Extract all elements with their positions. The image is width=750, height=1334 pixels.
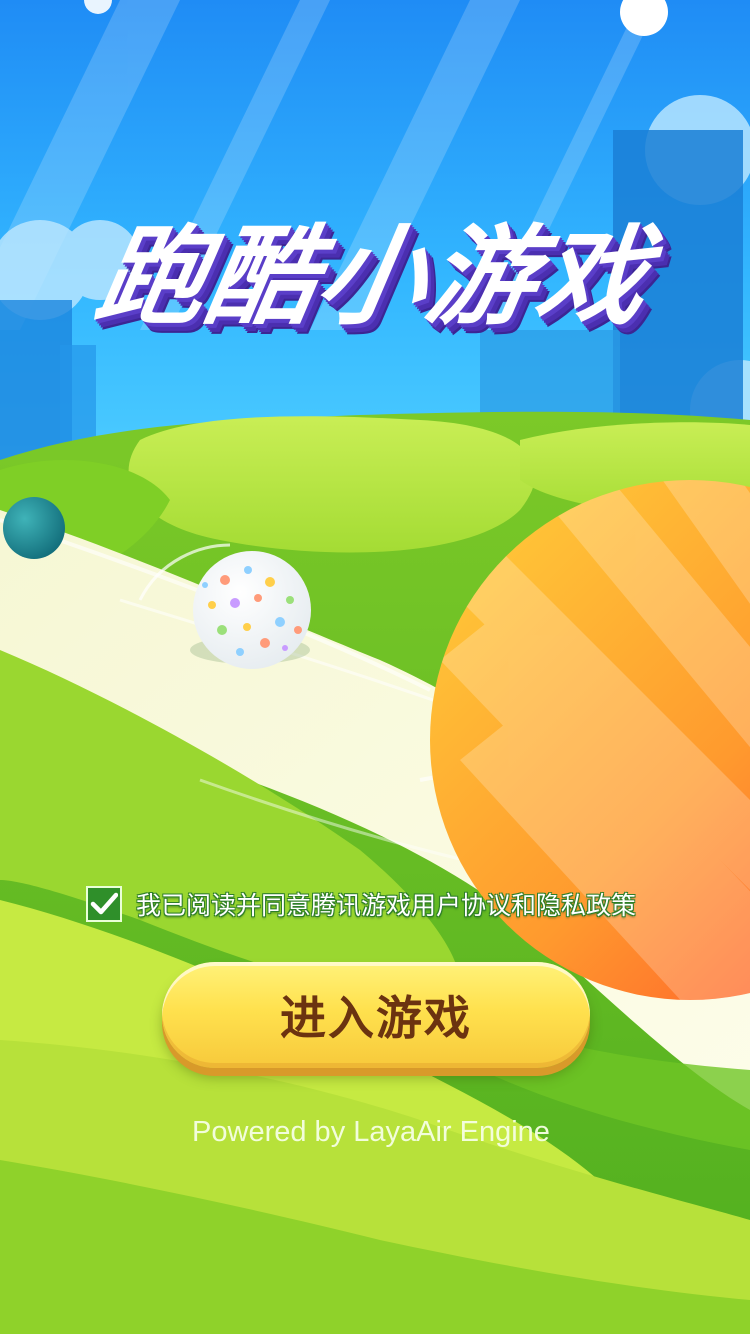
check-icon — [90, 892, 118, 915]
agreement-row: 我已阅读并同意腾讯游戏用户协议和隐私政策 — [86, 884, 636, 924]
agreement-checkbox[interactable] — [86, 886, 122, 922]
enter-game-label: 进入游戏 — [280, 991, 472, 1045]
agreement-text[interactable]: 我已阅读并同意腾讯游戏用户协议和隐私政策 — [136, 886, 636, 922]
game-title: 跑酷小游戏 — [87, 215, 660, 340]
powered-by-text: Powered by LayaAir Engine — [192, 1116, 550, 1148]
enter-game-button[interactable]: 进入游戏 — [162, 962, 590, 1068]
game-background: 跑酷小游戏 我已阅读并同意腾讯游戏用户协议和隐私政策 进入游戏 Powered … — [0, 0, 750, 1334]
